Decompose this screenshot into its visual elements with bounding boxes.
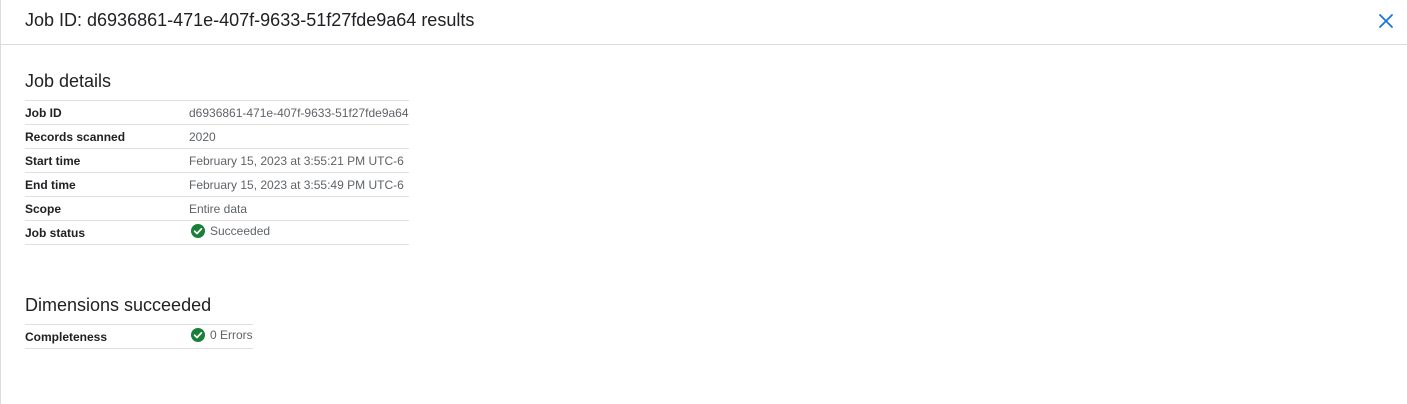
table-row: Start time February 15, 2023 at 3:55:21 … [25, 148, 409, 173]
job-details-table: Job ID d6936861-471e-407f-9633-51f27fde9… [25, 100, 409, 245]
row-key: Start time [25, 153, 81, 168]
job-details-title: Job details [25, 71, 112, 91]
job-results-panel: Job ID: d6936861-471e-407f-9633-51f27fde… [0, 0, 1407, 404]
row-value: Entire data [189, 201, 248, 216]
dimensions-title: Dimensions succeeded [25, 295, 212, 315]
job-status-value: Succeeded [189, 221, 409, 245]
close-button[interactable] [1373, 8, 1399, 34]
dimensions-section: Dimensions succeeded Completeness 0 Erro… [25, 294, 253, 349]
table-row: End time February 15, 2023 at 3:55:49 PM… [25, 172, 409, 197]
close-icon [1379, 14, 1393, 28]
panel-header: Job ID: d6936861-471e-407f-9633-51f27fde… [1, 0, 1407, 45]
row-key: Job status [25, 225, 86, 240]
table-row: Records scanned 2020 [25, 124, 409, 149]
row-key: Job ID [25, 105, 62, 120]
completeness-value: 0 Errors [189, 325, 253, 349]
dimensions-table: Completeness 0 Errors [25, 324, 253, 349]
table-row: Scope Entire data [25, 196, 409, 221]
row-value: d6936861-471e-407f-9633-51f27fde9a64 [189, 105, 409, 120]
check-circle-icon [191, 224, 205, 238]
errors-label: 0 Errors [210, 328, 253, 342]
table-row: Job ID d6936861-471e-407f-9633-51f27fde9… [25, 100, 409, 125]
row-value: 2020 [189, 129, 216, 144]
row-value: February 15, 2023 at 3:55:21 PM UTC-6 [189, 153, 404, 168]
row-key: End time [25, 177, 76, 192]
page-title: Job ID: d6936861-471e-407f-9633-51f27fde… [25, 10, 475, 30]
row-value: February 15, 2023 at 3:55:49 PM UTC-6 [189, 177, 404, 192]
status-label: Succeeded [210, 224, 271, 238]
row-key: Records scanned [25, 129, 126, 144]
table-row: Job status Succeeded [25, 220, 409, 245]
status-badge: 0 Errors [189, 328, 253, 342]
status-badge: Succeeded [189, 224, 270, 238]
table-row: Completeness 0 Errors [25, 324, 253, 349]
job-details-section: Job details Job ID d6936861-471e-407f-96… [25, 70, 409, 245]
check-circle-icon [191, 328, 205, 342]
row-key: Completeness [25, 329, 108, 344]
row-key: Scope [25, 201, 62, 216]
